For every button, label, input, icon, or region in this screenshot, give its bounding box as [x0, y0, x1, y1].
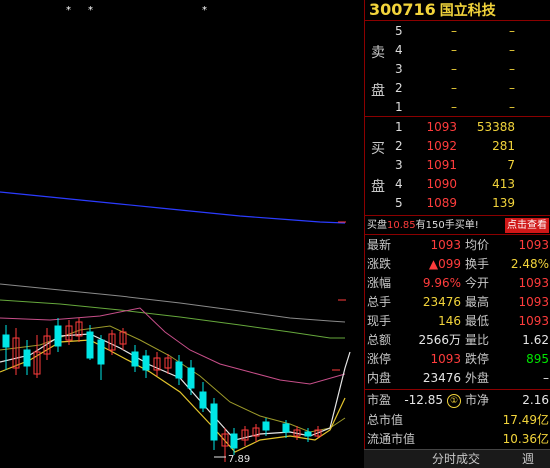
buy-row[interactable]: 4 1090 413: [365, 175, 550, 194]
quote-row: 涨停 1093 跌停 895: [367, 352, 549, 366]
tab-week[interactable]: 週: [522, 450, 534, 468]
kline-chart[interactable]: * * * 7.89: [0, 0, 360, 467]
buy-row[interactable]: 1 1093 53388: [365, 118, 550, 137]
ma-line-yellow: [0, 339, 346, 453]
buy-row[interactable]: 2 1092 281: [365, 137, 550, 156]
sell-row[interactable]: 3– –: [365, 60, 550, 79]
quote-row: 总手 23476 最高 1093: [367, 295, 549, 309]
divider: [365, 234, 550, 235]
divider: [365, 20, 550, 21]
divider: [365, 215, 550, 216]
quote-row: 总额 2566万 量比 1.62: [367, 333, 549, 347]
info-circle-icon[interactable]: ①: [447, 394, 461, 408]
stock-code: 300716: [369, 0, 436, 19]
quote-row: 现手 146 最低 1093: [367, 314, 549, 328]
divider: [365, 389, 550, 390]
buy-row[interactable]: 3 1091 7: [365, 156, 550, 175]
quote-row: 最新 1093 均价 1093: [367, 238, 549, 252]
sell-row[interactable]: 1– –: [365, 98, 550, 117]
divider: [365, 116, 550, 117]
ma-line-blue: [0, 191, 346, 224]
quote-panel: 300716 国立科技 卖 盘 5– – 4– – 3– – 2– – 1– – 买 盘 1…: [364, 0, 550, 467]
quote-row: 涨幅 9.96% 今开 1093: [367, 276, 549, 290]
quote-row: 涨跌 ▲099 换手 2.48%: [367, 257, 549, 271]
stock-title: 300716 国立科技: [369, 0, 496, 20]
candle: [54, 318, 62, 352]
float-cap-row: 流通市值 10.36亿: [367, 432, 549, 446]
sell-row[interactable]: 4– –: [365, 41, 550, 60]
kline-svg: 7.89: [0, 191, 351, 465]
candle: [210, 398, 218, 450]
sell-row[interactable]: 5– –: [365, 22, 550, 41]
tab-time-trades[interactable]: 分时成交: [432, 450, 480, 468]
candle: [241, 426, 249, 446]
order-notice: 买盘10.85有150手买单! 点击查看: [367, 218, 549, 233]
bottom-tabs: 分时成交 週: [364, 449, 550, 468]
candle: [131, 345, 139, 372]
candle: [43, 328, 51, 360]
candle: [97, 335, 105, 380]
stock-name: 国立科技: [439, 3, 496, 19]
candle: [175, 355, 183, 385]
view-button[interactable]: 点击查看: [505, 218, 549, 233]
ma-line-green: [0, 299, 345, 339]
low-price-label: 7.89: [228, 454, 250, 465]
sell-row[interactable]: 2– –: [365, 79, 550, 98]
candle: [142, 350, 150, 378]
quote-row: 内盘 23476 外盘 –: [367, 371, 549, 385]
candle: [12, 328, 20, 375]
candle: [86, 325, 94, 360]
market-cap-row: 总市值 17.49亿: [367, 413, 549, 427]
ma-line-white: [0, 333, 351, 441]
candle: [23, 340, 31, 375]
candle: [153, 352, 161, 376]
pe-row: 市盈 -12.85 ① 市净 2.16: [367, 393, 549, 408]
buy-row[interactable]: 5 1089 139: [365, 194, 550, 213]
candle: [164, 354, 172, 374]
candle: [199, 382, 207, 412]
ma-line-pink: [0, 307, 346, 385]
candle: [252, 424, 260, 442]
candle: [2, 325, 10, 370]
candle: [187, 360, 195, 395]
